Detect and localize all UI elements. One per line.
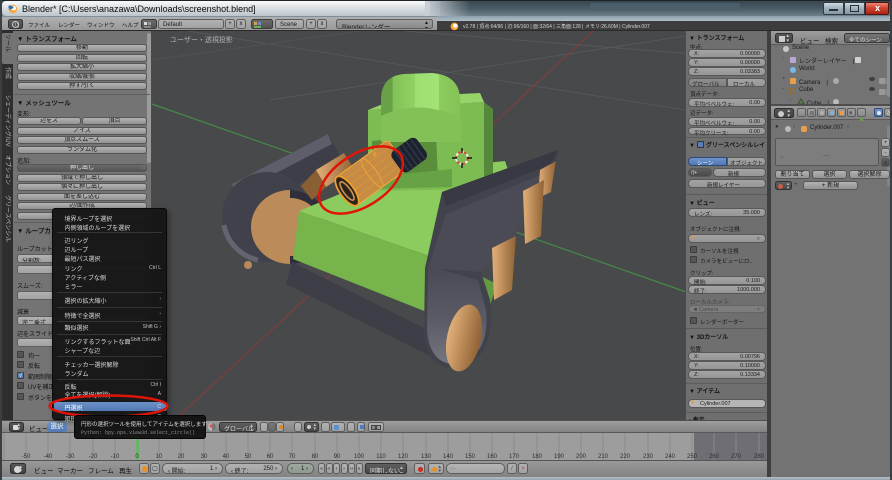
svg-text:ユーザー・透視投影: ユーザー・透視投影 (170, 35, 233, 44)
